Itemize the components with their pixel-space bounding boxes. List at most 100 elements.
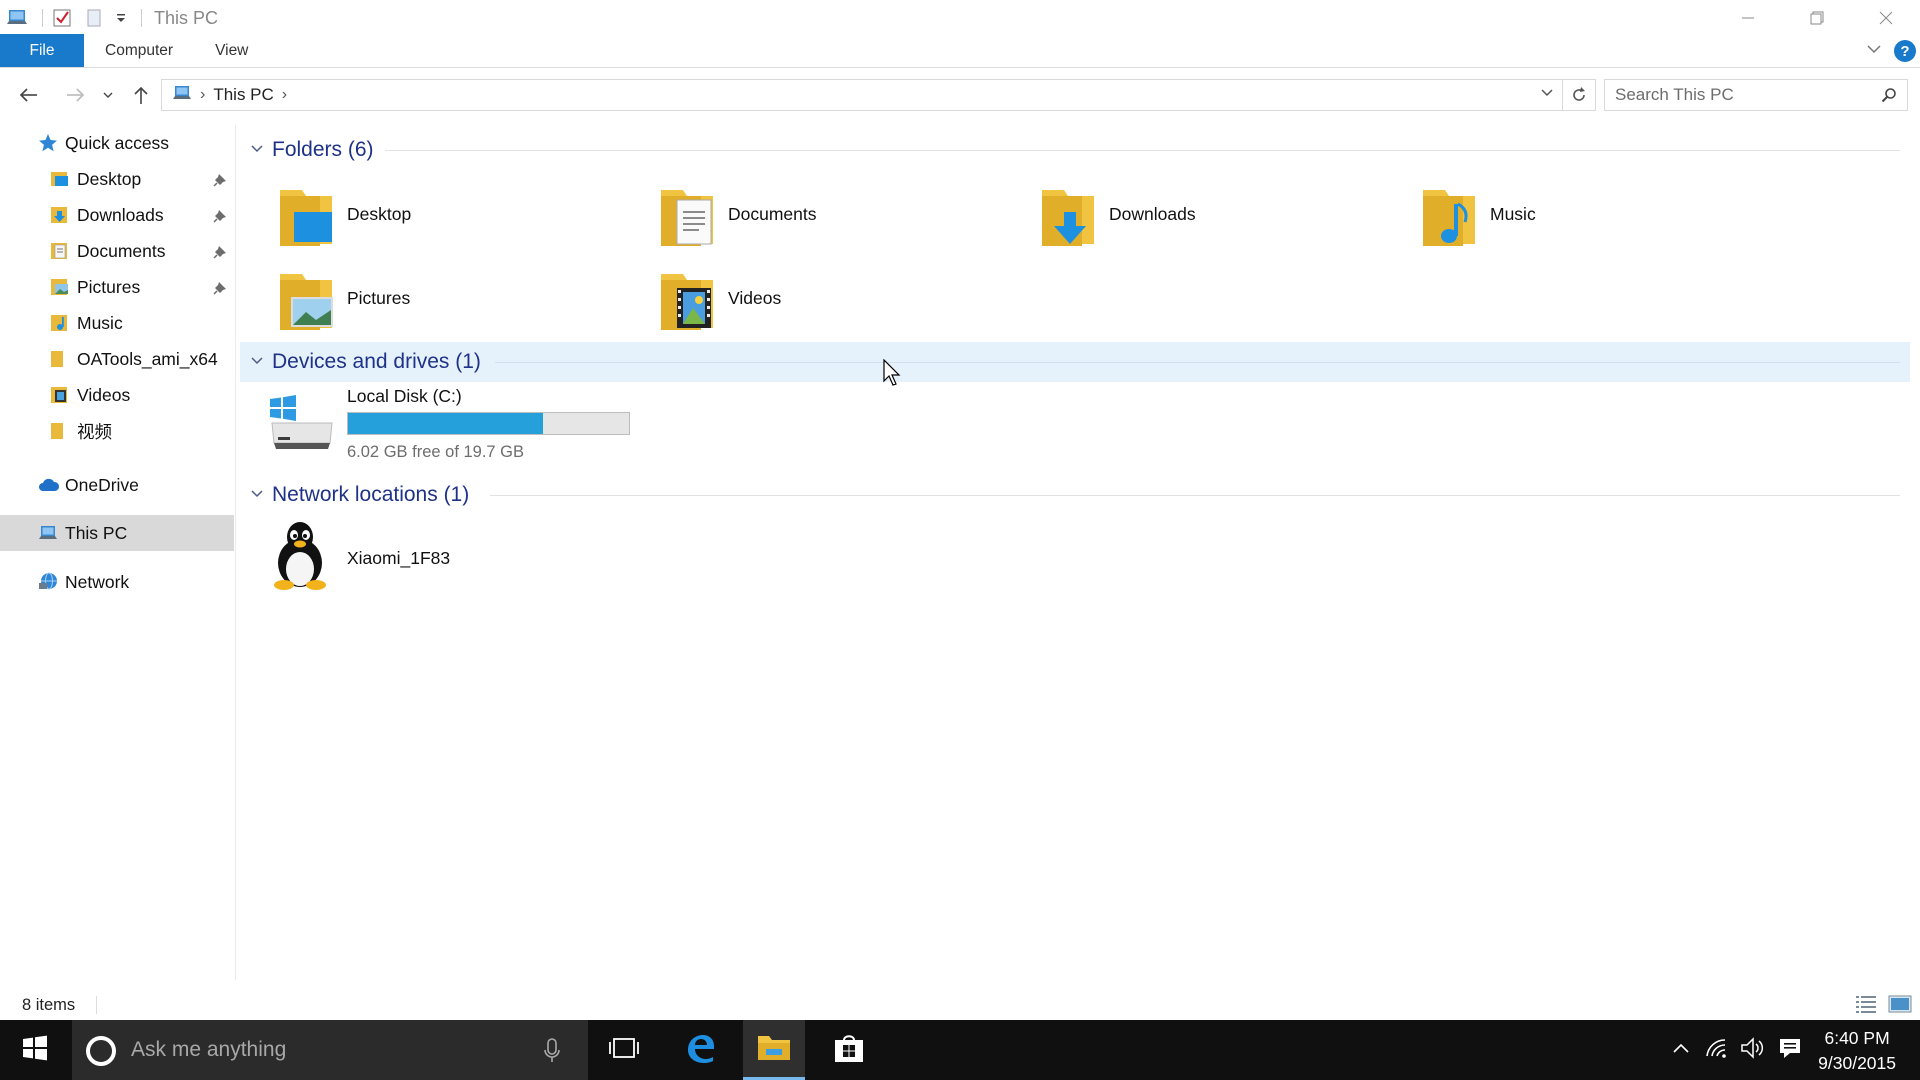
chevron-up-icon <box>1672 1041 1690 1059</box>
collapse-chevron-icon[interactable] <box>250 142 264 161</box>
back-button[interactable] <box>14 78 44 112</box>
restore-button[interactable] <box>1782 0 1851 36</box>
group-header-folders[interactable]: Folders (6) <box>240 130 1910 170</box>
volume-tray-button[interactable] <box>1736 1020 1770 1080</box>
details-view-icon[interactable] <box>1854 993 1878 1020</box>
videos-folder-icon <box>657 268 717 332</box>
group-title: Devices and drives (1) <box>272 350 481 373</box>
tab-file[interactable]: File <box>0 34 84 67</box>
nav-quick-access[interactable]: Quick access <box>0 125 234 161</box>
qat-separator <box>42 9 43 27</box>
quick-access-toolbar <box>0 0 148 36</box>
large-icons-view-icon[interactable] <box>1888 993 1912 1020</box>
folder-icon <box>51 422 69 440</box>
tab-view[interactable]: View <box>194 34 269 67</box>
documents-folder-icon <box>51 242 69 260</box>
forward-button[interactable] <box>60 78 90 112</box>
folder-tile-pictures[interactable]: Pictures <box>240 260 610 336</box>
taskbar-store-button[interactable] <box>818 1020 880 1080</box>
minimize-button[interactable] <box>1713 0 1782 36</box>
nav-network[interactable]: Network <box>0 564 234 600</box>
task-view-button[interactable] <box>593 1020 655 1080</box>
action-center-button[interactable] <box>1772 1020 1808 1080</box>
collapse-chevron-icon[interactable] <box>250 354 264 373</box>
pin-icon[interactable] <box>213 171 227 192</box>
title-bar: This PC <box>0 0 1920 36</box>
nav-quick-access-label: Quick access <box>65 132 170 153</box>
properties-icon[interactable] <box>49 5 75 31</box>
pin-icon[interactable] <box>213 207 227 228</box>
group-title: Network locations (1) <box>272 483 470 506</box>
address-history-dropdown-icon[interactable] <box>1540 86 1554 105</box>
address-bar[interactable]: › This PC › <box>161 79 1563 111</box>
task-view-icon <box>609 1036 639 1065</box>
drive-tile-local-disk-c[interactable]: Local Disk (C:) 6.02 GB free of 19.7 GB <box>260 383 680 463</box>
breadcrumb-separator-icon[interactable]: › <box>282 86 287 104</box>
taskbar-edge-button[interactable] <box>669 1020 731 1080</box>
expand-ribbon-chevron-icon[interactable] <box>1866 42 1882 60</box>
customize-qat-dropdown-icon[interactable] <box>113 5 129 31</box>
store-bag-icon <box>833 1032 865 1069</box>
navigation-pane: Quick access Desktop Downloads Documents <box>0 125 236 980</box>
microphone-icon[interactable] <box>544 1038 560 1069</box>
up-button[interactable] <box>128 78 154 112</box>
nav-item-label: Music <box>77 312 123 333</box>
status-separator <box>96 996 97 1014</box>
this-pc-window-icon[interactable] <box>4 5 30 31</box>
pin-icon[interactable] <box>213 279 227 300</box>
documents-folder-icon <box>657 184 717 248</box>
group-header-devices[interactable]: Devices and drives (1) <box>240 342 1910 382</box>
network-tray-button[interactable] <box>1700 1020 1734 1080</box>
pin-icon[interactable] <box>213 243 227 264</box>
folder-tile-downloads[interactable]: Downloads <box>1002 176 1372 252</box>
search-icon[interactable] <box>1881 87 1897 108</box>
nav-onedrive[interactable]: OneDrive <box>0 467 234 503</box>
folder-tile-documents[interactable]: Documents <box>621 176 991 252</box>
show-hidden-icons-button[interactable] <box>1664 1020 1698 1080</box>
collapse-chevron-icon[interactable] <box>250 487 264 506</box>
nav-onedrive-label: OneDrive <box>65 474 139 495</box>
taskbar-clock[interactable]: 6:40 PM 9/30/2015 <box>1818 1026 1896 1076</box>
folder-label: Pictures <box>347 287 411 308</box>
folder-tile-music[interactable]: Music <box>1383 176 1753 252</box>
start-button[interactable] <box>0 1020 70 1080</box>
help-button[interactable]: ? <box>1894 40 1916 62</box>
cortana-search-placeholder: Ask me anything <box>131 1038 287 1061</box>
windows-drive-icon <box>268 393 334 456</box>
group-divider <box>495 362 1900 363</box>
onedrive-cloud-icon <box>38 477 60 493</box>
breadcrumb-separator-icon[interactable]: › <box>200 86 205 104</box>
new-folder-icon[interactable] <box>81 5 107 31</box>
clock-date: 9/30/2015 <box>1818 1053 1896 1073</box>
folder-label: Videos <box>728 287 782 308</box>
nav-item-downloads[interactable]: Downloads <box>0 197 234 233</box>
nav-item-shipin[interactable]: 视频 <box>0 413 234 449</box>
breadcrumb-this-pc[interactable]: This PC <box>213 85 273 105</box>
clock-time: 6:40 PM <box>1824 1028 1890 1048</box>
folder-tile-videos[interactable]: Videos <box>621 260 991 336</box>
nav-item-pictures[interactable]: Pictures <box>0 269 234 305</box>
tab-computer[interactable]: Computer <box>84 34 194 67</box>
star-icon <box>38 133 58 153</box>
group-title: Folders (6) <box>272 138 374 161</box>
search-box[interactable] <box>1604 79 1908 111</box>
nav-item-videos[interactable]: Videos <box>0 377 234 413</box>
taskbar-file-explorer-button[interactable] <box>743 1020 805 1080</box>
nav-item-desktop[interactable]: Desktop <box>0 161 234 197</box>
search-input[interactable] <box>1605 85 1865 105</box>
cortana-search-box[interactable]: Ask me anything <box>72 1020 588 1080</box>
network-location-xiaomi[interactable]: Xiaomi_1F83 <box>260 517 680 599</box>
nav-item-oatools[interactable]: OATools_ami_x64 <box>0 341 234 377</box>
close-button[interactable] <box>1851 0 1920 36</box>
nav-item-music[interactable]: Music <box>0 305 234 341</box>
nav-this-pc[interactable]: This PC <box>0 515 234 551</box>
recent-locations-chevron-icon[interactable] <box>98 78 118 112</box>
pictures-folder-icon <box>276 268 336 332</box>
nav-item-documents[interactable]: Documents <box>0 233 234 269</box>
folder-label: Desktop <box>347 203 412 224</box>
folder-tile-desktop[interactable]: Desktop <box>240 176 610 252</box>
refresh-button[interactable] <box>1562 79 1596 111</box>
group-header-network[interactable]: Network locations (1) <box>240 475 1910 515</box>
view-switcher <box>1854 993 1912 1020</box>
folder-label: Music <box>1490 203 1536 224</box>
